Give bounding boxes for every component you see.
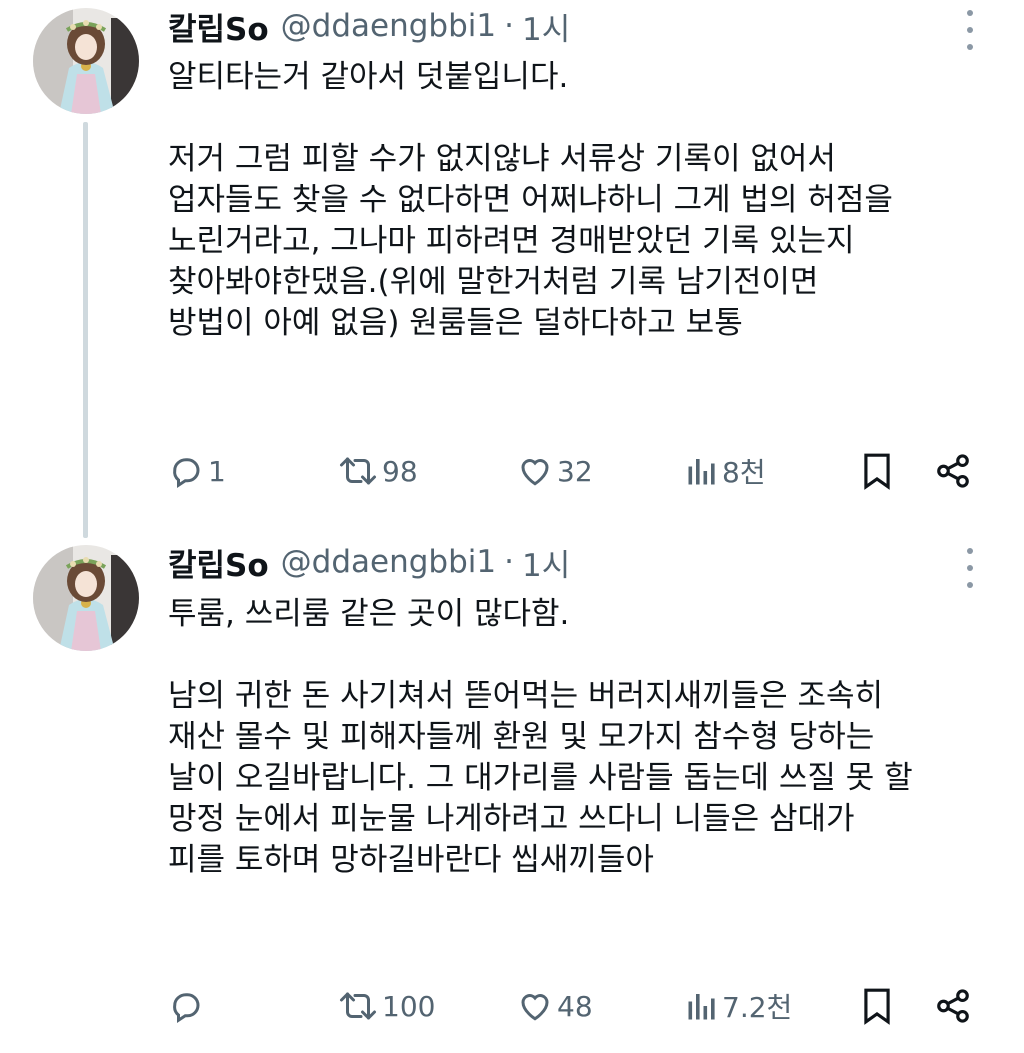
tweet-actions: 100 48 7.2천 [0,982,1024,1030]
view-count: 7.2천 [722,991,793,1024]
tweet-text: 알티타는거 같아서 덧붙입니다. 저거 그럼 피할 수가 없지않냐 서류상 기록… [168,59,893,341]
tweet-actions: 1 98 32 8천 [0,447,1024,495]
retweet-icon [340,457,376,485]
user-handle[interactable]: @ddaengbbi1 [281,544,496,580]
like-count: 32 [557,454,593,488]
reply-count: 1 [208,454,226,488]
retweet-count: 100 [382,989,436,1023]
retweet-icon [340,992,376,1020]
reply-button[interactable] [168,982,208,1030]
share-button[interactable] [934,447,972,495]
heart-icon [521,459,549,486]
separator-dot: · [504,544,514,580]
bookmark-icon [864,988,890,1025]
tweet-header: 칼립So @ddaengbbi1 · 1시 [168,540,570,584]
tweet-header: 칼립So @ddaengbbi1 · 1시 [168,4,570,48]
timestamp[interactable]: 1시 [522,540,570,585]
bookmark-button[interactable] [861,982,893,1030]
views-button[interactable]: 8천 [686,447,766,495]
views-bar-chart-icon [688,459,715,485]
retweet-button[interactable]: 100 [338,982,435,1030]
tweet-text: 투룸, 쓰리룸 같은 곳이 많다함. 남의 귀한 돈 사기쳐서 뜯어먹는 버러지… [168,596,913,878]
view-count: 8천 [722,456,766,489]
tweet[interactable]: 칼립So @ddaengbbi1 · 1시 알티타는거 같아서 덧붙입니다. 저… [0,0,1024,530]
like-button[interactable]: 48 [517,982,593,1030]
retweet-count: 98 [382,454,418,488]
bookmark-icon [864,453,890,490]
avatar[interactable] [33,8,139,114]
bookmark-button[interactable] [861,447,893,495]
tweet[interactable]: 칼립So @ddaengbbi1 · 1시 투룸, 쓰리룸 같은 곳이 많다함.… [0,530,1024,1053]
share-button[interactable] [934,982,972,1030]
more-vertical-icon[interactable] [958,548,982,588]
reply-icon [173,458,200,489]
like-count: 48 [557,989,593,1023]
more-vertical-icon[interactable] [958,10,982,50]
display-name[interactable]: 칼립So [168,4,269,49]
user-handle[interactable]: @ddaengbbi1 [281,8,496,44]
retweet-button[interactable]: 98 [338,447,418,495]
views-bar-chart-icon [688,994,715,1020]
share-icon [937,454,969,488]
display-name[interactable]: 칼립So [168,540,269,585]
avatar[interactable] [33,545,139,651]
timestamp[interactable]: 1시 [522,4,570,49]
reply-button[interactable]: 1 [168,447,226,495]
views-button[interactable]: 7.2천 [686,982,792,1030]
heart-icon [521,994,549,1021]
separator-dot: · [504,8,514,44]
share-icon [937,989,969,1023]
like-button[interactable]: 32 [517,447,593,495]
reply-icon [173,993,200,1024]
